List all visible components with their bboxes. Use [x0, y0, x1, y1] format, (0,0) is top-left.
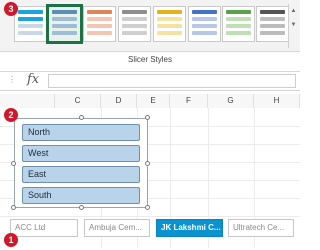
style-bar [18, 17, 43, 21]
column-header-h[interactable]: H [254, 94, 300, 108]
style-bar [192, 10, 217, 14]
resize-handle-bottom-left[interactable] [11, 205, 16, 210]
grid-line [0, 216, 300, 217]
style-bar [157, 31, 182, 35]
style-bar [226, 31, 251, 35]
style-bar [87, 10, 112, 14]
style-bar [260, 24, 285, 28]
slicer-styles-gallery: ▲ ▼ [0, 0, 300, 52]
slicer-style-1[interactable] [14, 6, 47, 42]
slicer-style-2[interactable] [46, 4, 83, 44]
style-bar [157, 24, 182, 28]
formula-input[interactable] [48, 74, 296, 88]
style-bar [122, 10, 147, 14]
gallery-scrollbar[interactable]: ▲ ▼ [288, 4, 298, 48]
formula-bar-grip-icon: ⋮ [8, 75, 16, 84]
slicer-item-south[interactable]: South [22, 187, 140, 204]
column-header-d[interactable]: D [101, 94, 137, 108]
style-bar [192, 31, 217, 35]
column-header-g[interactable]: G [208, 94, 254, 108]
slicer-button-jk-lakshmi[interactable]: JK Lakshmi C... [156, 219, 223, 237]
slicer-style-4[interactable] [118, 6, 151, 42]
style-bar [87, 17, 112, 21]
style-bar [18, 24, 43, 28]
style-bar [122, 17, 147, 21]
style-bar [157, 17, 182, 21]
step-badge-1: 1 [4, 233, 18, 247]
style-bar [122, 31, 147, 35]
resize-handle-top-right[interactable] [145, 115, 150, 120]
slicer-item-east[interactable]: East [22, 166, 140, 183]
style-bar [52, 10, 77, 14]
insert-function-icon[interactable]: fx [27, 72, 39, 87]
style-bar [192, 17, 217, 21]
style-bar [192, 24, 217, 28]
style-bar [226, 24, 251, 28]
style-bar [87, 31, 112, 35]
style-bar [87, 24, 112, 28]
style-bar [52, 17, 77, 21]
slicer-style-7[interactable] [222, 6, 255, 42]
resize-handle-left[interactable] [11, 161, 16, 166]
style-bar [122, 24, 147, 28]
style-bar [260, 31, 285, 35]
resize-handle-right[interactable] [145, 161, 150, 166]
slicer-button-ambuja[interactable]: Ambuja Cem... [84, 219, 150, 237]
column-header-e[interactable]: E [137, 94, 170, 108]
resize-handle-bottom[interactable] [79, 205, 84, 210]
step-badge-2: 2 [4, 108, 18, 122]
resize-handle-top[interactable] [79, 115, 84, 120]
slicer-style-6[interactable] [188, 6, 221, 42]
style-bar [18, 31, 43, 35]
column-header-c[interactable]: C [55, 94, 101, 108]
ribbon-group-label: Slicer Styles [127, 55, 172, 64]
step-badge-3: 3 [4, 2, 18, 16]
slicer-style-8[interactable] [256, 6, 289, 42]
style-bar [18, 10, 43, 14]
column-header-blank [0, 94, 55, 108]
scroll-up-icon[interactable]: ▲ [289, 4, 298, 18]
slicer-item-north[interactable]: North [22, 124, 140, 141]
slicer-button-ultratech[interactable]: Ultratech Ce... [228, 219, 294, 237]
slicer-item-west[interactable]: West [22, 145, 140, 162]
style-bar [226, 10, 251, 14]
resize-handle-bottom-right[interactable] [145, 205, 150, 210]
slicer-style-5[interactable] [153, 6, 186, 42]
region-slicer[interactable]: North West East South [14, 118, 148, 208]
style-bar [52, 24, 77, 28]
slicer-style-3[interactable] [83, 6, 116, 42]
style-bar [226, 17, 251, 21]
style-bar [260, 17, 285, 21]
scroll-down-icon[interactable]: ▼ [289, 18, 298, 32]
style-bar [157, 10, 182, 14]
column-header-f[interactable]: F [170, 94, 208, 108]
slicer-button-acc-ltd[interactable]: ACC Ltd [10, 219, 78, 237]
style-bar [52, 31, 77, 35]
style-bar [260, 10, 285, 14]
